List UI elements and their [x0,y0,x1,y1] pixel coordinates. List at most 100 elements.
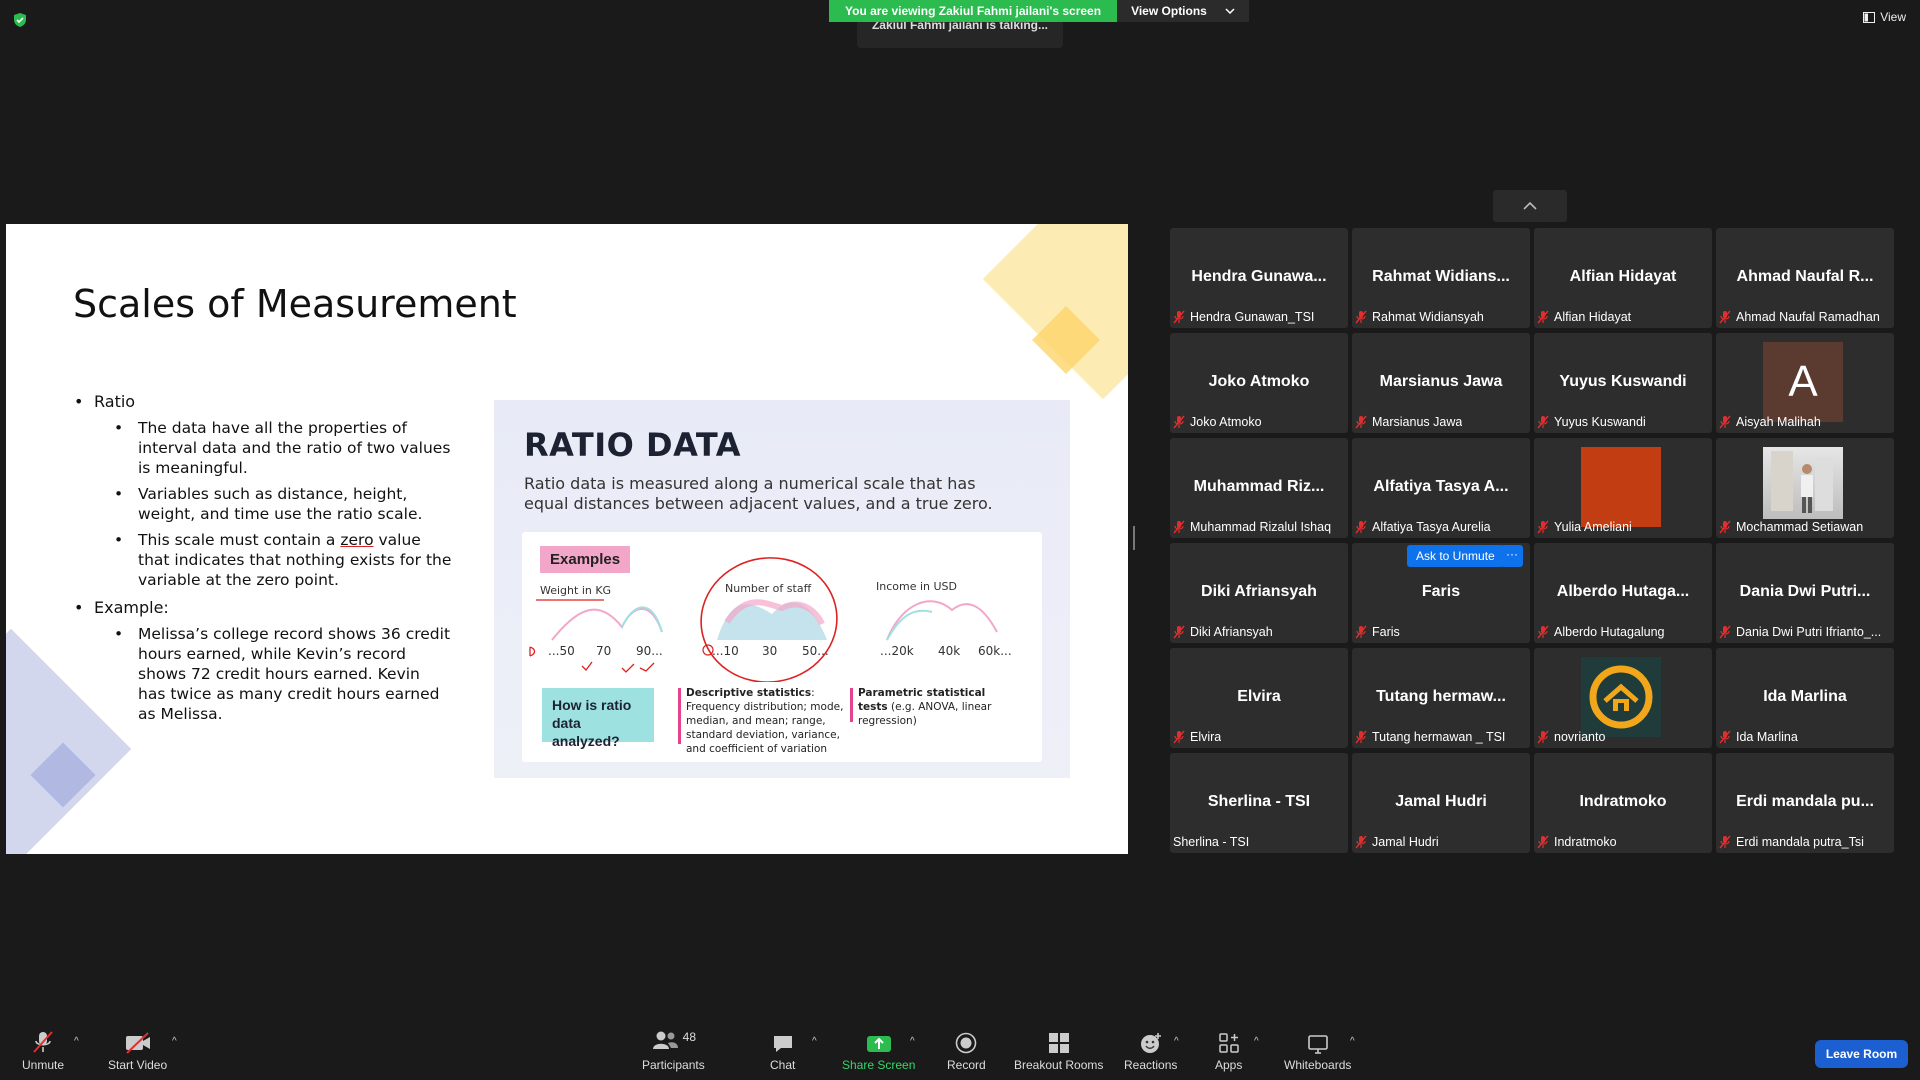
participant-label-text: Marsianus Jawa [1372,415,1463,429]
examples-card: Examples Weight in KG Number of staff In… [522,532,1042,762]
pink-divider [678,688,681,744]
record-icon [956,1032,977,1054]
start-video-label: Start Video [108,1058,168,1072]
participants-icon [652,1031,678,1049]
sub-bullet: This scale must contain a zero value tha… [72,530,452,590]
participant-tile[interactable]: Joko Atmoko Joko Atmoko [1170,333,1348,433]
participant-tile[interactable]: Tutang hermaw... Tutang hermawan _ TSI [1352,648,1530,748]
participant-tile[interactable]: Alberdo Hutaga... Alberdo Hutagalung [1534,543,1712,643]
participant-tile[interactable]: Rahmat Widians... Rahmat Widiansyah [1352,228,1530,328]
apps-icon [1218,1033,1239,1053]
participant-label: Hendra Gunawan_TSI [1173,310,1314,324]
descriptive-stats-heading: Descriptive statistics [686,687,812,699]
participant-tile[interactable]: Ahmad Naufal R... Ahmad Naufal Ramadhan [1716,228,1894,328]
share-screen-label: Share Screen [842,1058,916,1072]
participant-label-text: Mochammad Setiawan [1736,520,1864,534]
participant-label-text: Dania Dwi Putri Ifrianto_... [1736,625,1882,639]
participant-tile[interactable]: Dania Dwi Putri... Dania Dwi Putri Ifrian… [1716,543,1894,643]
chat-options-caret[interactable]: ^ [812,1036,817,1047]
participant-label-text: Muhammad Rizalul Ishaq [1190,520,1332,534]
participant-label: Indratmoko [1537,835,1617,849]
whiteboards-button[interactable]: Whiteboards [1284,1030,1351,1072]
participant-name: Rahmat Widians... [1372,268,1510,285]
participant-label-text: novrianto [1554,730,1606,744]
record-button[interactable]: Record [947,1030,986,1072]
collapse-gallery-button[interactable] [1493,190,1567,222]
participant-tile[interactable]: Ida Marlina Ida Marlina [1716,648,1894,748]
participant-tile[interactable]: Elvira Elvira [1170,648,1348,748]
participant-label-text: Alfian Hidayat [1554,310,1632,324]
start-video-button[interactable]: Start Video [108,1030,167,1072]
chat-icon [773,1036,792,1052]
muted-mic-icon [1173,415,1185,429]
participant-tile[interactable]: Hendra Gunawa... Hendra Gunawan_TSI [1170,228,1348,328]
slide-decoration [982,224,1128,400]
participant-tile[interactable]: Alfian Hidayat Alfian Hidayat [1534,228,1712,328]
record-label: Record [947,1058,986,1072]
participant-label: novrianto [1537,730,1605,744]
participant-name: Alberdo Hutaga... [1556,583,1690,600]
avatar: A [1763,342,1843,422]
chevron-up-icon [1523,202,1537,210]
participant-tile[interactable]: A Aisyah Malihah [1716,333,1894,433]
apps-options-caret[interactable]: ^ [1254,1036,1259,1047]
income-tick: 60k... [978,644,1012,658]
zoom-meeting-window: Zakiul Fahmi jailani is talking... You a… [0,0,1920,1080]
more-options-button[interactable]: ··· [1501,545,1523,567]
participant-tile[interactable]: Erdi mandala pu... Erdi mandala putra_Tsi [1716,753,1894,853]
muted-mic-icon [1719,310,1731,324]
participant-label: Erdi mandala putra_Tsi [1719,835,1864,849]
participant-label-text: Ahmad Naufal Ramadhan [1736,310,1880,324]
ask-to-unmute-button[interactable]: Ask to Unmute [1407,545,1504,567]
participant-tile[interactable]: Yulia Ameliani [1534,438,1712,538]
whiteboard-icon [1307,1035,1328,1054]
infographic-title: RATIO DATA [524,426,741,464]
participant-label-text: Yulia Ameliani [1554,520,1632,534]
share-screen-button[interactable]: Share Screen [842,1030,915,1072]
participant-name: Alfian Hidayat [1569,268,1677,285]
view-options-button[interactable]: View Options [1117,0,1249,22]
leave-room-button[interactable]: Leave Room [1815,1040,1908,1068]
muted-mic-icon [1173,520,1185,534]
panel-resize-handle[interactable] [1133,526,1135,550]
descriptive-stats-text: Descriptive statistics: Frequency distri… [686,686,846,756]
participant-tile[interactable]: Jamal Hudri Jamal Hudri [1352,753,1530,853]
participant-tile[interactable]: novrianto [1534,648,1712,748]
participant-label-text: Ida Marlina [1736,730,1798,744]
audio-options-caret[interactable]: ^ [74,1036,79,1047]
video-options-caret[interactable]: ^ [172,1036,177,1047]
bullet-ratio: Ratio [72,392,452,412]
weight-tick: 90... [636,644,663,658]
participant-tile[interactable]: Yuyus Kuswandi Yuyus Kuswandi [1534,333,1712,433]
participant-tile[interactable]: Mochammad Setiawan [1716,438,1894,538]
participant-name: Jamal Hudri [1395,793,1487,810]
participant-name: Elvira [1237,688,1281,705]
participant-tile[interactable]: Muhammad Riz... Muhammad Rizalul Ishaq [1170,438,1348,538]
participant-tile[interactable]: Marsianus Jawa Marsianus Jawa [1352,333,1530,433]
participants-button[interactable]: 48 Participants [642,1030,705,1072]
security-shield-icon[interactable] [12,12,28,28]
muted-mic-icon [1355,625,1367,639]
view-button[interactable]: View [1863,10,1906,24]
participant-tile[interactable]: Sherlina - TSI Sherlina - TSI [1170,753,1348,853]
participant-label: Ida Marlina [1719,730,1798,744]
participant-name: Faris [1421,583,1461,600]
whiteboards-options-caret[interactable]: ^ [1350,1036,1355,1047]
view-label: View [1880,10,1906,24]
muted-mic-icon [1173,625,1185,639]
muted-mic-icon [1537,520,1549,534]
muted-mic-icon [1719,730,1731,744]
participant-name: Hendra Gunawa... [1191,268,1327,285]
participant-tile[interactable]: Alfatiya Tasya A... Alfatiya Tasya Aureli… [1352,438,1530,538]
participant-name: Joko Atmoko [1208,373,1310,390]
unmute-button[interactable]: Unmute [22,1030,64,1072]
share-options-caret[interactable]: ^ [910,1036,915,1047]
reactions-button[interactable]: Reactions [1124,1030,1177,1072]
participant-tile[interactable]: Indratmoko Indratmoko [1534,753,1712,853]
apps-button[interactable]: Apps [1215,1030,1242,1072]
breakout-rooms-button[interactable]: Breakout Rooms [1014,1030,1103,1072]
participant-label-text: Joko Atmoko [1190,415,1262,429]
reactions-options-caret[interactable]: ^ [1174,1036,1179,1047]
participant-tile[interactable]: Diki Afriansyah Diki Afriansyah [1170,543,1348,643]
chat-button[interactable]: Chat [770,1030,795,1072]
